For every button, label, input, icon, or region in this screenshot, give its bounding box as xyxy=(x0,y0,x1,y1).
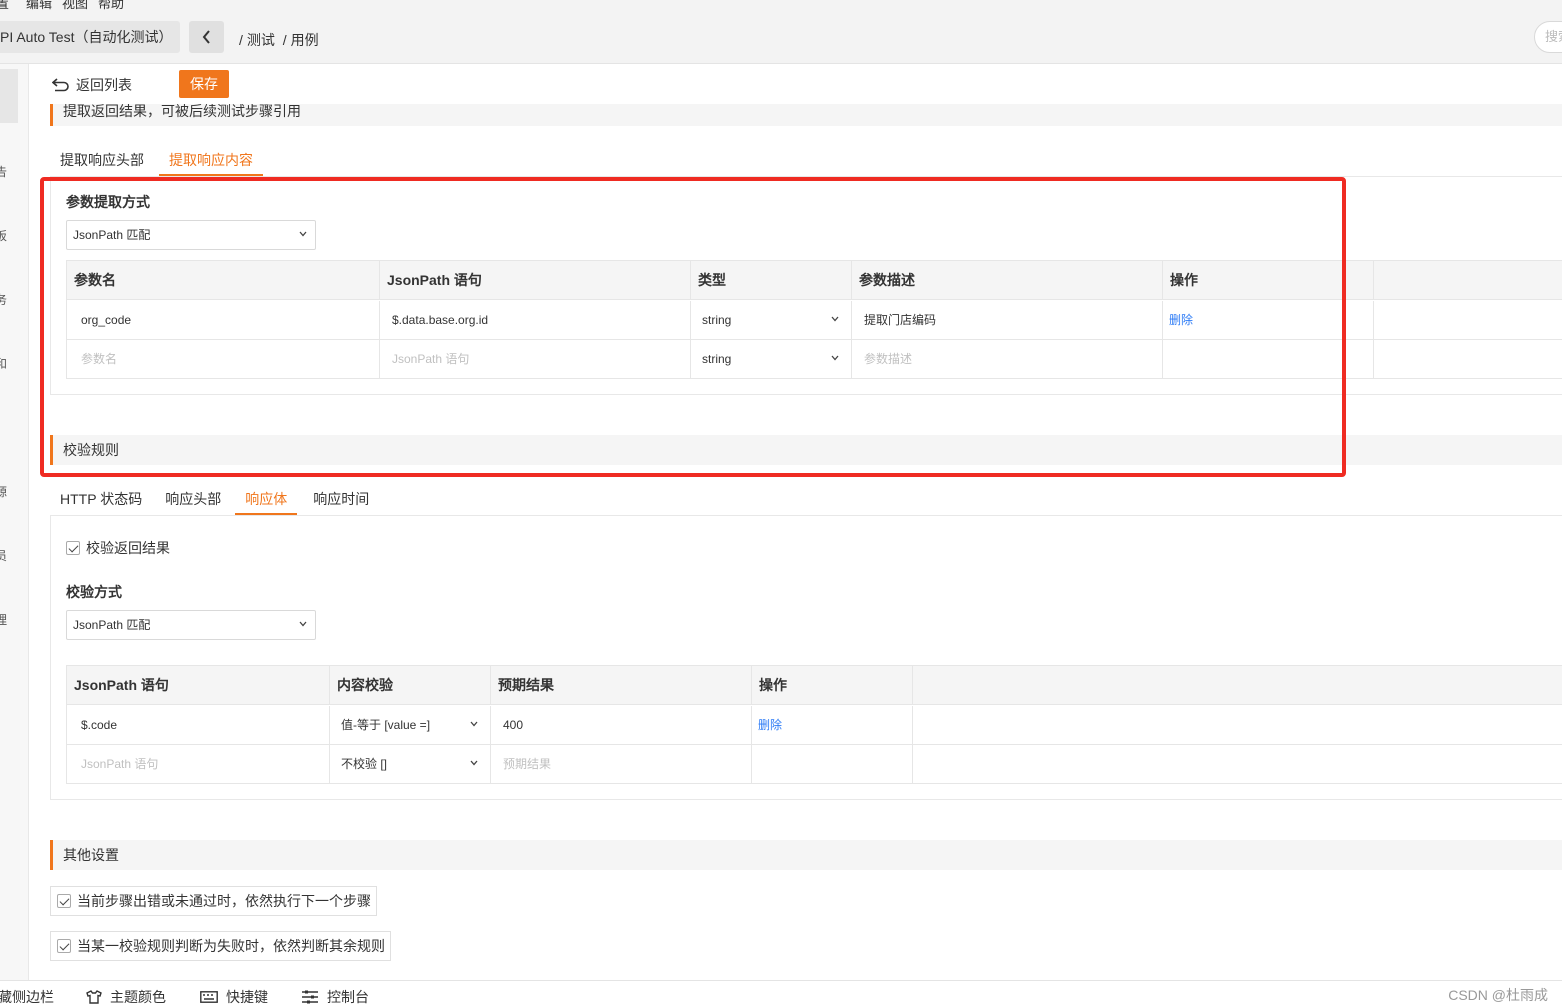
left-nav-selected[interactable] xyxy=(0,69,18,123)
theme-color-button[interactable]: 主题颜色 xyxy=(86,987,166,1007)
content-check-select[interactable]: 值-等于 [value =] xyxy=(330,706,491,745)
empty-cell xyxy=(1374,301,1562,340)
column-header: 预期结果 xyxy=(491,666,752,705)
left-nav-item[interactable]: 务 xyxy=(0,291,7,308)
action-cell xyxy=(752,745,913,784)
sliders-icon xyxy=(302,990,318,1004)
shortcuts-button[interactable]: 快捷键 xyxy=(200,987,268,1007)
save-button[interactable]: 保存 xyxy=(179,70,229,98)
project-tab[interactable]: PI Auto Test（自动化测试） xyxy=(0,21,180,53)
checkbox-checked[interactable] xyxy=(57,894,71,908)
left-nav-item[interactable]: 板 xyxy=(0,227,7,244)
menu-item-view[interactable]: 视图 xyxy=(62,0,88,12)
shortcuts-label: 快捷键 xyxy=(226,989,268,1005)
tab-extract-content[interactable]: 提取响应内容 xyxy=(159,148,263,176)
theme-color-label: 主题颜色 xyxy=(110,989,166,1005)
menu-item-edit[interactable]: 编辑 xyxy=(26,0,52,12)
collapse-button[interactable] xyxy=(189,21,224,53)
extract-tabs: 提取响应头部 提取响应内容 xyxy=(50,148,263,176)
expected-result-input[interactable]: 预期结果 xyxy=(491,745,752,784)
table-row-new: JsonPath 语句 不校验 [] 预期结果 xyxy=(67,745,1562,784)
toggle-sidebar-label: 藏侧边栏 xyxy=(0,989,54,1005)
chevron-down-icon xyxy=(470,760,478,766)
validate-method-label: 校验方式 xyxy=(66,584,122,600)
delete-link[interactable]: 删除 xyxy=(758,718,782,732)
action-cell: 删除 xyxy=(752,706,913,745)
search-input[interactable]: 搜索 xyxy=(1534,21,1562,53)
return-list-button[interactable]: 返回列表 xyxy=(52,75,132,95)
left-nav-item[interactable]: 和 xyxy=(0,355,7,372)
status-bar: 藏侧边栏 主题颜色 快捷键 控制台 CSDN @杜雨成 xyxy=(0,980,1562,1008)
return-list-label: 返回列表 xyxy=(76,77,132,93)
left-nav-item[interactable]: 员 xyxy=(0,547,7,564)
validate-method-value: JsonPath 匹配 xyxy=(73,618,151,632)
tab-http-status[interactable]: HTTP 状态码 xyxy=(50,487,152,515)
chevron-left-icon xyxy=(202,30,210,44)
continue-checks-label: 当某一校验规则判断为失败时，依然判断其余规则 xyxy=(77,938,385,954)
menu-item-settings[interactable]: 置 xyxy=(0,0,9,12)
validate-method-select[interactable]: JsonPath 匹配 xyxy=(66,610,316,640)
continue-on-error-label: 当前步骤出错或未通过时，依然执行下一个步骤 xyxy=(77,893,371,909)
menu-item-help[interactable]: 帮助 xyxy=(98,0,124,12)
validate-tabs: HTTP 状态码 响应头部 响应体 响应时间 xyxy=(50,487,379,515)
action-bar: 返回列表 保存 xyxy=(30,64,1562,104)
keyboard-icon xyxy=(200,991,218,1003)
chevron-down-icon xyxy=(470,721,478,727)
chevron-down-icon xyxy=(299,621,307,627)
menu-bar: 置 编辑 视图 帮助 xyxy=(0,0,1562,12)
content-check-select[interactable]: 不校验 [] xyxy=(330,745,491,784)
validate-table: JsonPath 语句 内容校验 预期结果 操作 $.code 值-等于 [va… xyxy=(66,665,1562,784)
left-nav-item[interactable]: 告 xyxy=(0,163,7,180)
left-nav: 告 板 务 和 源 员 理 xyxy=(0,64,29,980)
table-row: $.code 值-等于 [value =] 400 删除 xyxy=(67,706,1562,745)
breadcrumb: / 测试 / 用例 xyxy=(239,32,319,48)
column-header-empty xyxy=(1374,261,1562,300)
tab-response-headers[interactable]: 响应头部 xyxy=(155,487,231,515)
empty-cell xyxy=(1374,340,1562,379)
extract-section-title: 提取返回结果，可被后续测试步骤引用 xyxy=(63,103,301,119)
jsonpath-input[interactable]: JsonPath 语句 xyxy=(67,745,330,784)
toggle-sidebar-button[interactable]: 藏侧边栏 xyxy=(0,987,54,1007)
left-nav-item[interactable]: 源 xyxy=(0,483,7,500)
console-button[interactable]: 控制台 xyxy=(301,987,369,1007)
console-label: 控制台 xyxy=(327,989,369,1005)
tab-response-time[interactable]: 响应时间 xyxy=(303,487,379,515)
other-section-header: 其他设置 xyxy=(50,840,1562,870)
table-header-row: JsonPath 语句 内容校验 预期结果 操作 xyxy=(67,666,1562,705)
breadcrumb-test[interactable]: 测试 xyxy=(247,32,275,48)
jsonpath-cell[interactable]: $.code xyxy=(67,706,330,745)
checkbox-checked[interactable] xyxy=(57,939,71,953)
tab-extract-headers[interactable]: 提取响应头部 xyxy=(50,148,154,176)
left-nav-item[interactable]: 理 xyxy=(0,611,7,628)
empty-cell xyxy=(913,745,1562,784)
checkbox-checked[interactable] xyxy=(66,541,80,555)
top-bar: PI Auto Test（自动化测试） /测试 /用例 搜索 xyxy=(0,12,1562,64)
content-check-value: 值-等于 [value =] xyxy=(341,718,431,732)
tab-response-body[interactable]: 响应体 xyxy=(235,487,298,515)
watermark: CSDN @杜雨成 xyxy=(1448,987,1548,1003)
column-header: 内容校验 xyxy=(330,666,491,705)
column-header: 操作 xyxy=(752,666,913,705)
validate-result-label: 校验返回结果 xyxy=(86,540,170,556)
breadcrumb-case: 用例 xyxy=(290,32,319,48)
content-check-value: 不校验 [] xyxy=(341,757,388,771)
empty-cell xyxy=(913,706,1562,745)
column-header-empty xyxy=(913,666,1562,705)
highlight-box xyxy=(40,177,1346,477)
other-section-title: 其他设置 xyxy=(63,847,119,863)
validate-result-checkbox[interactable]: 校验返回结果 xyxy=(66,538,170,558)
continue-on-error-checkbox[interactable]: 当前步骤出错或未通过时，依然执行下一个步骤 xyxy=(50,886,377,916)
column-header: JsonPath 语句 xyxy=(67,666,330,705)
continue-checks-checkbox[interactable]: 当某一校验规则判断为失败时，依然判断其余规则 xyxy=(50,931,391,961)
expected-result-cell[interactable]: 400 xyxy=(491,706,752,745)
undo-icon xyxy=(52,78,69,92)
shirt-icon xyxy=(86,990,102,1004)
